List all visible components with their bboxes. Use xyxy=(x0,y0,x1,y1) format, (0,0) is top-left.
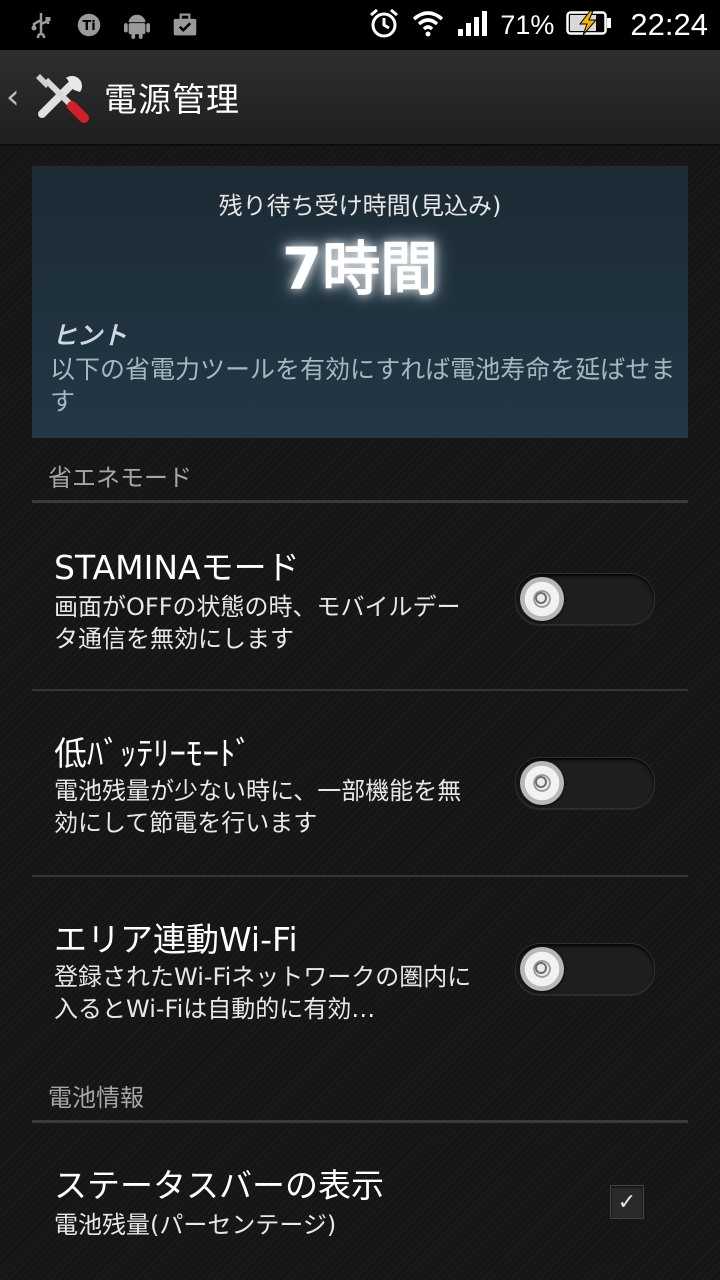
section-header-label: 電池情報 xyxy=(48,1084,144,1112)
status-bar-display-checkbox[interactable]: ✓ xyxy=(610,1185,644,1219)
setting-subtitle: 登録されたWi-Fiネットワークの圏内に入るとWi-Fiは自動的に有効… xyxy=(54,963,472,1023)
action-bar: ‹ 電源管理 xyxy=(0,50,720,146)
toggle-knob xyxy=(520,947,564,991)
setting-subtitle: 電池残量が少ない時に、一部機能を無効にして節電を行います xyxy=(54,777,462,837)
setting-title: 低ﾊﾞｯﾃﾘｰﾓｰﾄﾞ xyxy=(54,734,252,773)
setting-row-status-bar-display[interactable]: ステータスバーの表示 電池残量(パーセンテージ) ✓ xyxy=(32,1123,688,1280)
toggle-knob xyxy=(520,577,564,621)
signal-icon xyxy=(456,9,488,41)
back-chevron-icon[interactable]: ‹ xyxy=(6,77,30,117)
battery-charging-icon xyxy=(566,10,612,40)
setting-subtitle: 電池残量(パーセンテージ) xyxy=(54,1211,337,1239)
hint-title: ヒント xyxy=(52,321,128,350)
briefcase-icon xyxy=(172,12,198,38)
alarm-icon xyxy=(368,7,400,43)
low-battery-toggle[interactable] xyxy=(515,757,655,809)
standby-estimate-label: 残り待ち受け時間(見込み) xyxy=(218,192,502,220)
status-bar: Ti 71% 22:24 xyxy=(0,0,720,50)
toggle-knob xyxy=(520,761,564,805)
setting-subtitle: 画面がOFFの状態の時、モバイルデータ通信を無効にします xyxy=(54,593,461,653)
svg-text:Ti: Ti xyxy=(82,19,95,34)
stamina-toggle[interactable] xyxy=(515,573,655,625)
system-icons: 71% 22:24 xyxy=(368,0,708,50)
page-title: 電源管理 xyxy=(104,80,240,119)
section-header-battery-info: 電池情報 xyxy=(32,1072,688,1123)
section-header-label: 省エネモード xyxy=(48,464,192,492)
standby-estimate-value: 7時間 xyxy=(281,235,439,303)
standby-estimate-panel: 残り待ち受け時間(見込み) 7時間 ヒント 以下の省電力ツールを有効にすれば電池… xyxy=(32,166,688,438)
tools-icon[interactable] xyxy=(32,68,90,126)
hint-text: 以下の省電力ツールを有効にすれば電池寿命を延ばせます xyxy=(50,355,676,416)
setting-title: ステータスバーの表示 xyxy=(54,1166,384,1205)
setting-row-low-battery[interactable]: 低ﾊﾞｯﾃﾘｰﾓｰﾄﾞ 電池残量が少ない時に、一部機能を無効にして節電を行います xyxy=(32,691,688,875)
usb-icon xyxy=(28,12,54,38)
android-icon xyxy=(124,12,150,39)
ti-icon: Ti xyxy=(76,12,102,38)
clock: 22:24 xyxy=(630,7,708,42)
battery-percent: 71% xyxy=(500,9,555,40)
check-icon: ✓ xyxy=(617,1189,637,1215)
setting-title: STAMINAモード xyxy=(54,548,300,587)
setting-title: エリア連動Wi-Fi xyxy=(54,920,298,959)
notification-icons: Ti xyxy=(0,12,198,39)
section-header-power-saving: 省エネモード xyxy=(32,452,688,503)
setting-row-stamina[interactable]: STAMINAモード 画面がOFFの状態の時、モバイルデータ通信を無効にします xyxy=(32,503,688,689)
area-wifi-toggle[interactable] xyxy=(515,943,655,995)
setting-row-area-wifi[interactable]: エリア連動Wi-Fi 登録されたWi-Fiネットワークの圏内に入るとWi-Fiは… xyxy=(32,877,688,1061)
wifi-icon xyxy=(412,9,444,41)
